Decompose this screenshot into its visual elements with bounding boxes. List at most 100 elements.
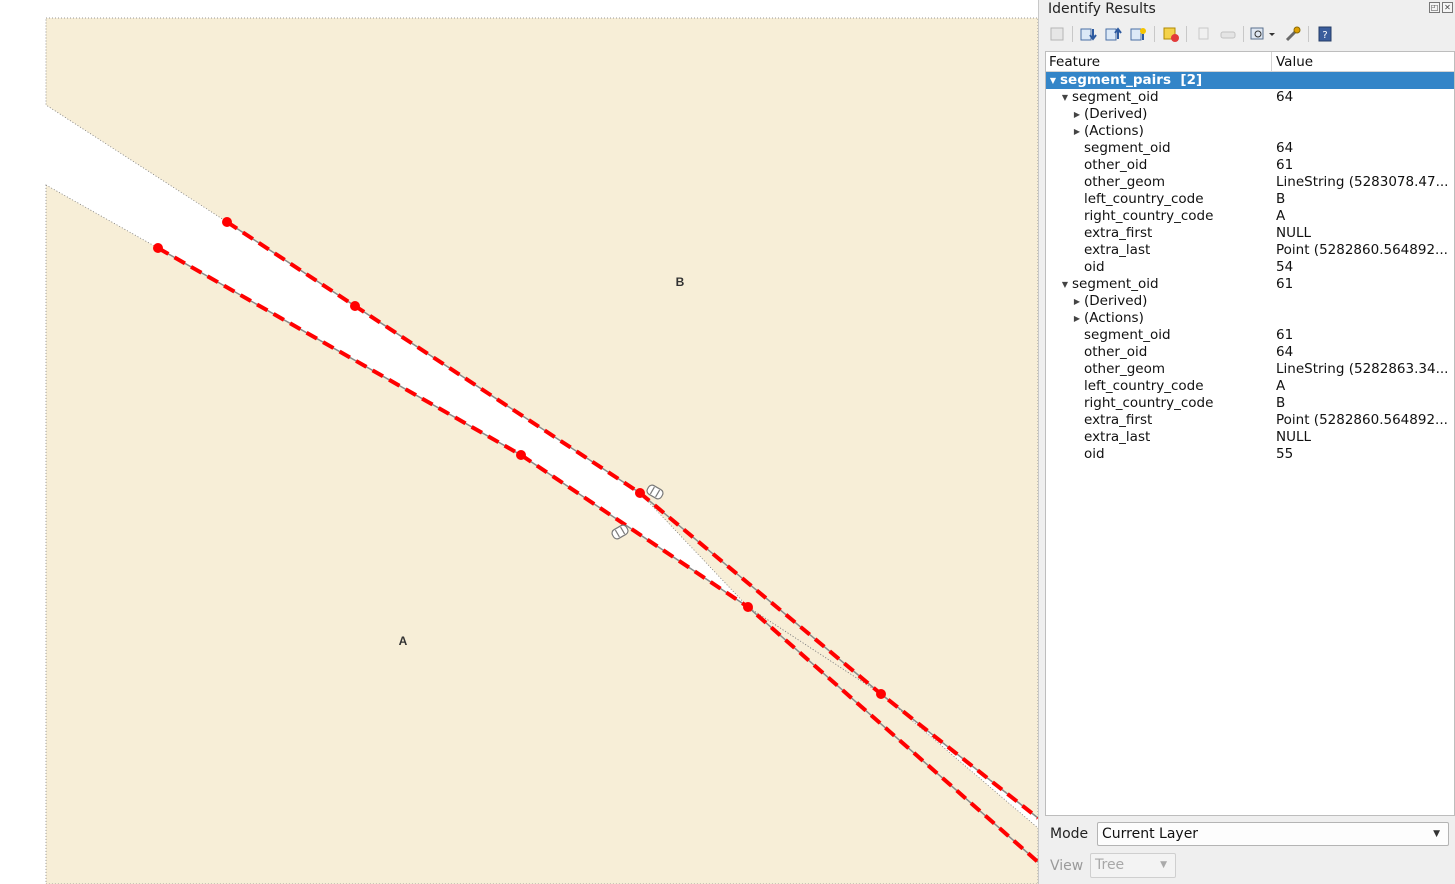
print-icon[interactable] [1218, 25, 1238, 43]
expand-arrow-icon[interactable]: ▶ [1072, 106, 1082, 123]
expand-new-icon[interactable] [1129, 25, 1149, 43]
feature-label: segment_oid [1072, 89, 1159, 105]
attribute-value: A [1276, 208, 1286, 224]
actions-row[interactable]: ▶ (Actions) [1046, 310, 1454, 327]
expand-arrow-icon[interactable]: ▶ [1072, 123, 1082, 140]
attribute-row[interactable]: left_country_code B [1046, 191, 1454, 208]
attribute-row[interactable]: other_geom LineString (5283078.47... [1046, 174, 1454, 191]
country-label-b: B [676, 275, 685, 289]
attribute-value: 64 [1276, 140, 1294, 156]
actions-row[interactable]: ▶ (Actions) [1046, 123, 1454, 140]
country-label-a: A [399, 634, 408, 648]
expand-all-icon[interactable] [1079, 25, 1099, 43]
collapse-all-icon[interactable] [1104, 25, 1124, 43]
float-panel-icon[interactable]: ◰ [1429, 2, 1440, 13]
feature-row[interactable]: ▼ segment_oid 64 [1046, 89, 1454, 106]
expand-tree-icon[interactable] [1047, 25, 1067, 43]
help-icon[interactable]: ? [1315, 25, 1335, 43]
derived-row[interactable]: ▶ (Derived) [1046, 293, 1454, 310]
clear-results-icon[interactable] [1161, 25, 1181, 43]
attribute-value: NULL [1276, 429, 1312, 445]
layer-row[interactable]: ▼ segment_pairs [2] [1046, 72, 1454, 89]
view-select: Tree ▼ [1090, 853, 1176, 878]
feature-value: 61 [1276, 276, 1294, 292]
attribute-value: 54 [1276, 259, 1294, 275]
attribute-row[interactable]: extra_first Point (5282860.564892... [1046, 412, 1454, 429]
attribute-field: extra_first [1084, 225, 1153, 241]
identify-results-panel: Identify Results ◰ ✕ ? Feature Value ▼ s… [1038, 0, 1455, 884]
attribute-field: extra_last [1084, 242, 1151, 258]
vertex-point[interactable] [635, 488, 645, 498]
attribute-field: other_oid [1084, 344, 1148, 360]
attribute-field: extra_first [1084, 412, 1153, 428]
attribute-field: other_geom [1084, 361, 1165, 377]
attribute-value: Point (5282860.564892... [1276, 242, 1448, 258]
vertex-point[interactable] [222, 217, 232, 227]
attribute-row[interactable]: other_oid 61 [1046, 157, 1454, 174]
attribute-field: left_country_code [1084, 378, 1204, 394]
collapse-arrow-icon[interactable]: ▼ [1060, 276, 1070, 293]
view-label: View [1050, 858, 1084, 874]
settings-icon[interactable] [1283, 25, 1303, 43]
attribute-row[interactable]: extra_first NULL [1046, 225, 1454, 242]
attribute-row[interactable]: right_country_code B [1046, 395, 1454, 412]
attribute-row[interactable]: other_oid 64 [1046, 344, 1454, 361]
layer-name: segment_pairs [2] [1060, 72, 1203, 88]
map-canvas[interactable]: B A [0, 0, 1038, 884]
attribute-field: segment_oid [1084, 140, 1171, 156]
results-tree[interactable]: Feature Value ▼ segment_pairs [2] ▼ segm… [1045, 51, 1455, 816]
attribute-row[interactable]: oid 54 [1046, 259, 1454, 276]
attribute-field: extra_last [1084, 429, 1151, 445]
attribute-value: LineString (5283078.47... [1276, 174, 1449, 190]
attribute-row[interactable]: oid 55 [1046, 446, 1454, 463]
chevron-down-icon: ▼ [1433, 829, 1440, 839]
attribute-field: other_geom [1084, 174, 1165, 190]
attribute-value: Point (5282860.564892... [1276, 412, 1448, 428]
actions-label: (Actions) [1084, 310, 1144, 326]
attribute-value: 61 [1276, 327, 1294, 343]
attribute-value: B [1276, 191, 1286, 207]
map-svg: B A [45, 17, 1038, 884]
mode-label: Mode [1050, 826, 1089, 842]
collapse-arrow-icon[interactable]: ▼ [1060, 89, 1070, 106]
attribute-value: A [1276, 378, 1286, 394]
attribute-field: oid [1084, 446, 1105, 462]
attribute-value: LineString (5282863.34... [1276, 361, 1449, 377]
feature-column-header[interactable]: Feature [1046, 52, 1272, 71]
attribute-row[interactable]: right_country_code A [1046, 208, 1454, 225]
vertex-point[interactable] [876, 689, 886, 699]
value-column-header[interactable]: Value [1272, 52, 1313, 71]
actions-label: (Actions) [1084, 123, 1144, 139]
attribute-value: NULL [1276, 225, 1312, 241]
expand-arrow-icon[interactable]: ▶ [1072, 293, 1082, 310]
attribute-row[interactable]: left_country_code A [1046, 378, 1454, 395]
close-panel-icon[interactable]: ✕ [1442, 2, 1453, 13]
attribute-value: 55 [1276, 446, 1294, 462]
tree-header: Feature Value [1046, 52, 1454, 72]
mode-select[interactable]: Current Layer ▼ [1097, 822, 1449, 846]
svg-text:?: ? [1322, 30, 1327, 41]
vertex-point[interactable] [743, 602, 753, 612]
copy-feature-icon[interactable] [1193, 25, 1213, 43]
attribute-field: oid [1084, 259, 1105, 275]
vertex-point[interactable] [350, 301, 360, 311]
collapse-arrow-icon[interactable]: ▼ [1048, 72, 1058, 89]
attribute-field: segment_oid [1084, 327, 1171, 343]
vertex-point[interactable] [153, 243, 163, 253]
attribute-row[interactable]: other_geom LineString (5282863.34... [1046, 361, 1454, 378]
toolbar-separator [1186, 26, 1187, 42]
attribute-field: left_country_code [1084, 191, 1204, 207]
vertex-point[interactable] [516, 450, 526, 460]
attribute-row[interactable]: segment_oid 61 [1046, 327, 1454, 344]
derived-label: (Derived) [1084, 106, 1148, 122]
mode-selected-value: Current Layer [1102, 826, 1199, 842]
identify-mode-icon[interactable] [1250, 25, 1278, 43]
attribute-row[interactable]: extra_last NULL [1046, 429, 1454, 446]
attribute-row[interactable]: segment_oid 64 [1046, 140, 1454, 157]
feature-row[interactable]: ▼ segment_oid 61 [1046, 276, 1454, 293]
derived-row[interactable]: ▶ (Derived) [1046, 106, 1454, 123]
expand-arrow-icon[interactable]: ▶ [1072, 310, 1082, 327]
attribute-field: right_country_code [1084, 395, 1214, 411]
attribute-row[interactable]: extra_last Point (5282860.564892... [1046, 242, 1454, 259]
attribute-field: other_oid [1084, 157, 1148, 173]
